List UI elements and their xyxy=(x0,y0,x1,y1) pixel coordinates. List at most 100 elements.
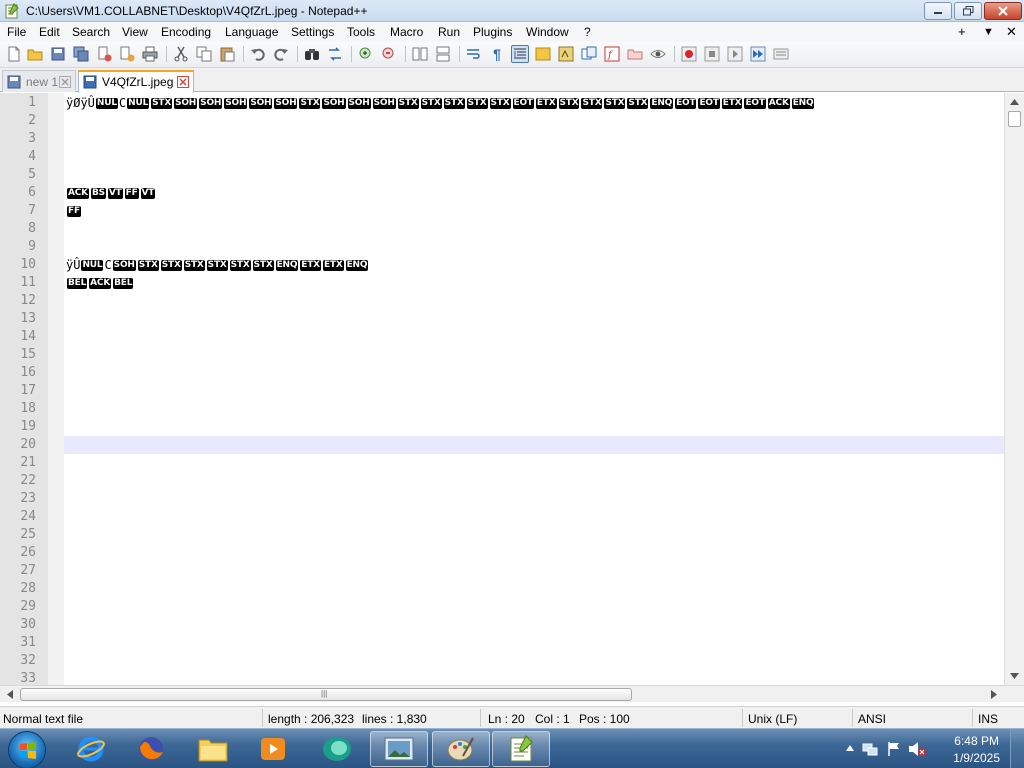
close-tab-icon[interactable] xyxy=(59,75,71,88)
open-file-button[interactable] xyxy=(26,45,44,63)
scroll-up-arrow-icon[interactable] xyxy=(1010,99,1019,105)
workspace-icon xyxy=(581,46,597,60)
show-hidden-icons-icon[interactable] xyxy=(846,745,854,751)
monitoring-button[interactable] xyxy=(649,45,667,63)
redo-button[interactable] xyxy=(272,45,290,63)
word-wrap-icon xyxy=(467,49,480,59)
save-macro-button[interactable] xyxy=(772,45,790,63)
show-desktop-button[interactable] xyxy=(1010,729,1024,768)
replace-button[interactable] xyxy=(326,45,344,63)
title-bar[interactable]: C:\Users\VM1.COLLABNET\Desktop\V4QfZrL.j… xyxy=(0,0,1024,22)
close-file-icon xyxy=(98,46,112,62)
control-char-badge: EOT xyxy=(744,97,766,109)
close-tab-icon[interactable] xyxy=(177,76,189,88)
firefox-icon xyxy=(139,737,163,761)
status-encoding[interactable]: ANSI xyxy=(858,712,886,726)
media-player-icon xyxy=(261,738,285,760)
taskbar-paint[interactable] xyxy=(432,731,490,767)
action-center-flag-icon[interactable] xyxy=(886,741,902,757)
new-file-button[interactable] xyxy=(5,45,23,63)
sync-vertical-button[interactable] xyxy=(411,45,429,63)
line-number: 28 xyxy=(20,581,36,596)
menu-encoding[interactable]: Encoding xyxy=(161,25,211,39)
clock[interactable]: 6:48 PM 1/9/2025 xyxy=(953,733,1000,767)
zoom-in-button[interactable] xyxy=(357,45,375,63)
scroll-grip-icon: ||| xyxy=(321,689,328,698)
run-macro-multiple-button[interactable] xyxy=(749,45,767,63)
save-all-button[interactable] xyxy=(72,45,90,63)
new-tab-button[interactable]: + xyxy=(958,24,966,39)
vertical-scrollbar[interactable] xyxy=(1004,93,1024,685)
menu-search[interactable]: Search xyxy=(72,25,110,39)
restore-button[interactable] xyxy=(954,2,982,20)
line-number: 1 xyxy=(28,95,36,110)
menu-view[interactable]: View xyxy=(122,25,148,39)
menu-window[interactable]: Window xyxy=(526,25,569,39)
taskbar-media-player[interactable] xyxy=(244,731,302,767)
menu-plugins[interactable]: Plugins xyxy=(473,25,512,39)
menu-macro[interactable]: Macro xyxy=(390,25,423,39)
menu-file[interactable]: File xyxy=(7,25,26,39)
cut-icon xyxy=(174,46,188,62)
binoculars-icon xyxy=(305,49,319,60)
undo-button[interactable] xyxy=(249,45,267,63)
show-all-characters-button[interactable]: ¶ xyxy=(488,45,506,63)
stop-macro-button[interactable] xyxy=(703,45,721,63)
line-number: 2 xyxy=(28,113,36,128)
sync-horizontal-button[interactable] xyxy=(434,45,452,63)
taskbar-firefox[interactable] xyxy=(122,731,180,767)
status-eol-format[interactable]: Unix (LF) xyxy=(748,712,797,726)
menu-tools[interactable]: Tools xyxy=(347,25,375,39)
taskbar-image-viewer[interactable] xyxy=(370,731,428,767)
function-list-button[interactable] xyxy=(557,45,575,63)
taskbar-app-teal[interactable] xyxy=(308,731,366,767)
document-map-button[interactable] xyxy=(534,45,552,63)
taskbar: 6:48 PM 1/9/2025 xyxy=(0,728,1024,768)
minimize-button[interactable] xyxy=(924,2,952,20)
zoom-out-button[interactable] xyxy=(380,45,398,63)
current-line-highlight xyxy=(64,436,1004,454)
tab-v4qfzrl-jpeg[interactable]: V4QfZrL.jpeg xyxy=(78,70,194,93)
indent-guide-button[interactable] xyxy=(511,45,529,63)
folder-as-workspace-button[interactable] xyxy=(580,45,598,63)
redo-icon xyxy=(274,48,288,61)
folder-button[interactable] xyxy=(626,45,644,63)
menu-run[interactable]: Run xyxy=(438,25,460,39)
close-file-button[interactable] xyxy=(95,45,113,63)
function-button[interactable]: f xyxy=(603,45,621,63)
cut-button[interactable] xyxy=(172,45,190,63)
menu-edit[interactable]: Edit xyxy=(39,25,60,39)
taskbar-notepadpp[interactable] xyxy=(492,731,550,767)
scroll-left-arrow-icon[interactable] xyxy=(7,690,13,699)
menu-help[interactable]: ? xyxy=(584,25,591,39)
taskbar-file-explorer[interactable] xyxy=(184,731,242,767)
tab-list-dropdown[interactable]: ▼ xyxy=(983,26,994,38)
menu-settings[interactable]: Settings xyxy=(291,25,334,39)
find-button[interactable] xyxy=(303,45,321,63)
tab-new-1[interactable]: new 1 xyxy=(2,70,76,92)
network-icon[interactable] xyxy=(862,741,878,757)
copy-button[interactable] xyxy=(195,45,213,63)
horizontal-scrollbar[interactable]: ||| xyxy=(0,685,1024,702)
close-button[interactable] xyxy=(984,2,1022,20)
start-button[interactable] xyxy=(8,731,46,768)
status-insert-mode[interactable]: INS xyxy=(978,712,998,726)
close-document-button[interactable]: ✕ xyxy=(1006,24,1017,40)
menu-language[interactable]: Language xyxy=(225,25,278,39)
taskbar-internet-explorer[interactable] xyxy=(62,731,120,767)
volume-muted-icon[interactable] xyxy=(908,741,926,757)
paste-button[interactable] xyxy=(218,45,236,63)
scroll-down-arrow-icon[interactable] xyxy=(1010,673,1019,679)
print-button[interactable] xyxy=(141,45,159,63)
scroll-right-arrow-icon[interactable] xyxy=(991,690,997,699)
record-macro-button[interactable] xyxy=(680,45,698,63)
word-wrap-button[interactable] xyxy=(465,45,483,63)
play-macro-button[interactable] xyxy=(726,45,744,63)
editor-area[interactable]: 1 2 3 4 5 6 7 8 9 10 11 12 13 14 15 16 17 18 19 20 21 22 23 24 2… xyxy=(0,93,1024,685)
save-button[interactable] xyxy=(49,45,67,63)
close-all-button[interactable] xyxy=(118,45,136,63)
control-char-badge: SOH xyxy=(199,97,223,109)
line-number: 33 xyxy=(20,671,36,685)
paint-palette-icon xyxy=(447,737,474,761)
vertical-scroll-thumb[interactable] xyxy=(1008,111,1021,127)
